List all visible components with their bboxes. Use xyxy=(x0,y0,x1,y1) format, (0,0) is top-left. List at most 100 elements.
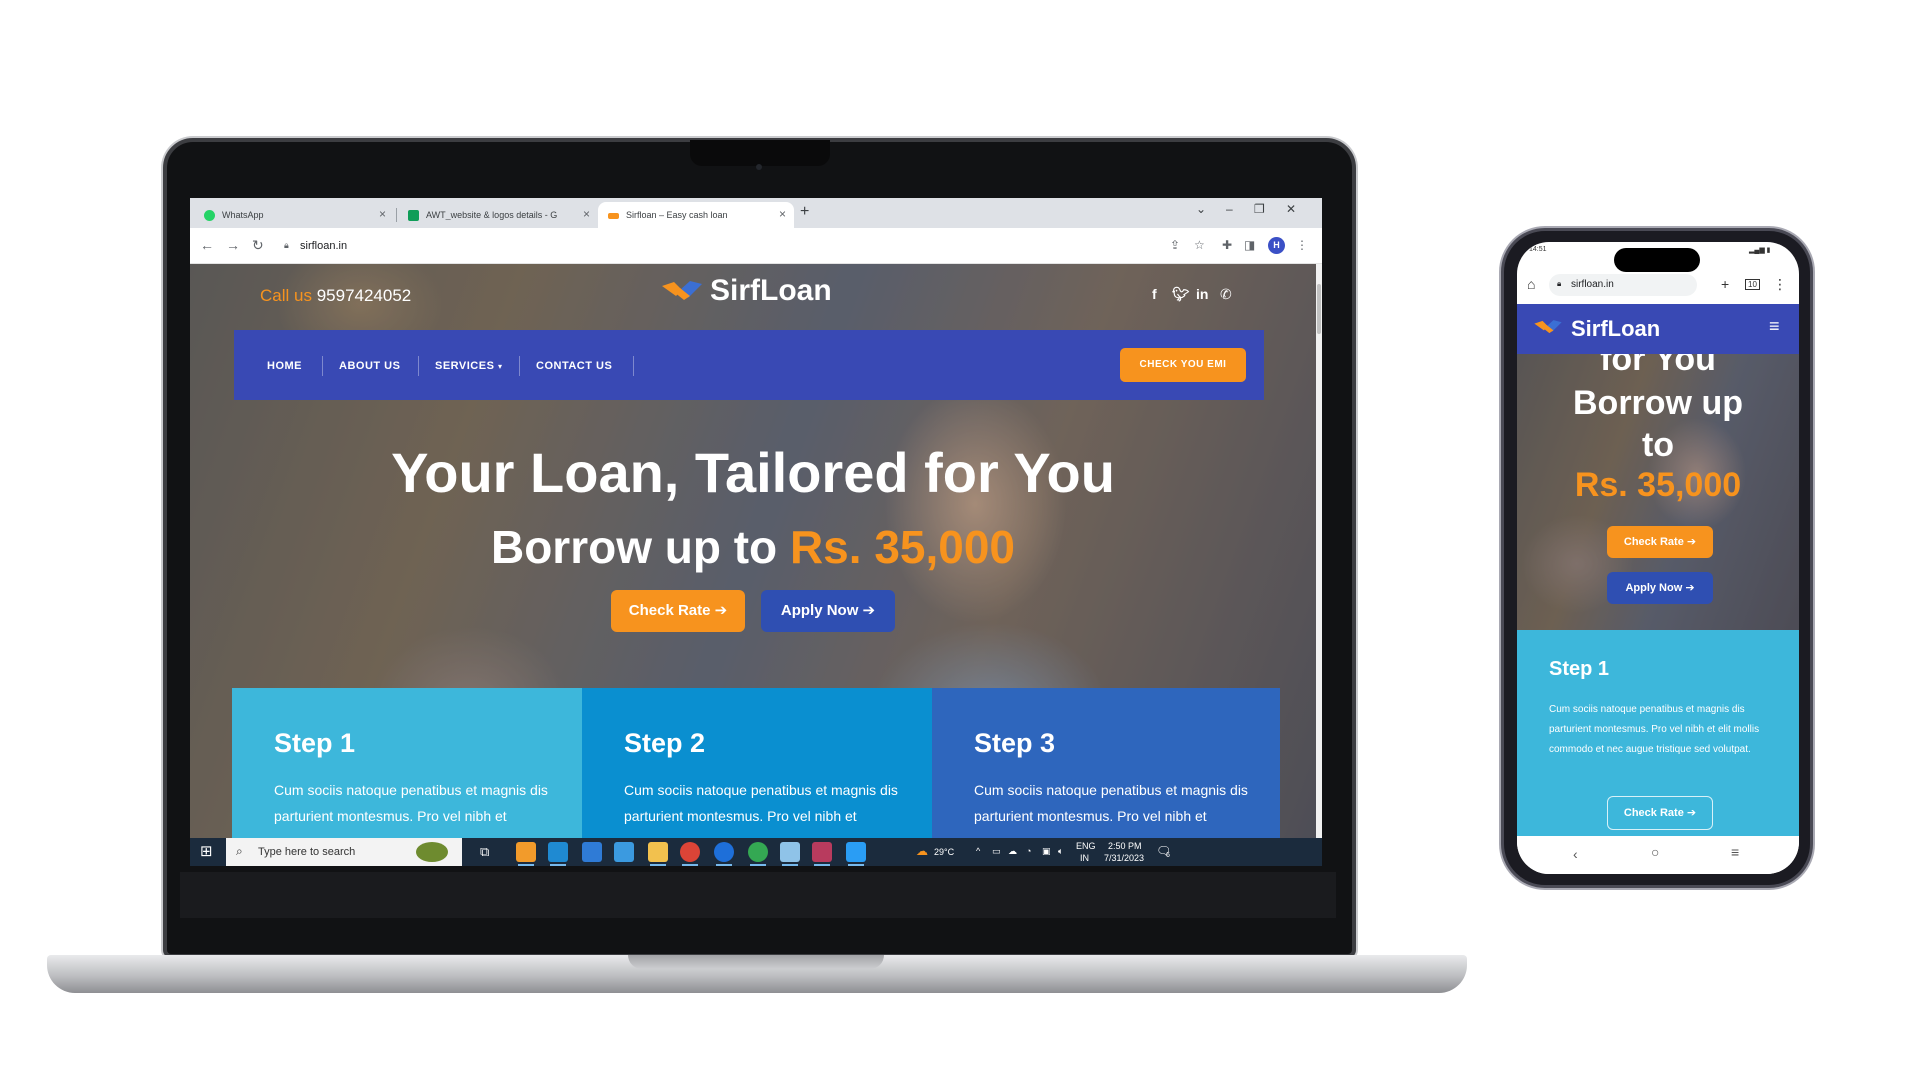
step-card-3: Step 3 Cum sociis natoque penatibus et m… xyxy=(932,688,1280,838)
linkedin-icon[interactable]: in xyxy=(1196,286,1208,302)
sidepanel-icon[interactable]: ◨ xyxy=(1244,238,1255,252)
nav-divider xyxy=(418,356,419,376)
store-icon[interactable] xyxy=(614,842,634,862)
tab-title: Sirfloan – Easy cash loan xyxy=(626,210,728,220)
wifi-icon[interactable]: ◔ xyxy=(1026,846,1031,856)
new-tab-icon[interactable]: + xyxy=(1721,276,1729,292)
nav-about[interactable]: ABOUT US xyxy=(339,360,400,372)
nav-services-label: SERVICES xyxy=(435,360,495,372)
step-card-2: Step 2 Cum sociis natoque penatibus et m… xyxy=(582,688,932,838)
tab-sirfloan[interactable]: Sirfloan – Easy cash loan × xyxy=(598,202,794,228)
edge-icon[interactable] xyxy=(516,842,536,866)
close-icon[interactable]: × xyxy=(779,207,786,221)
laptop-bezel-bottom xyxy=(180,872,1336,918)
vscode-icon[interactable] xyxy=(548,842,568,866)
taskbar-search[interactable]: ⌕ Type here to search xyxy=(226,838,462,866)
close-icon[interactable]: × xyxy=(583,207,590,221)
phone-url-text: sirfloan.in xyxy=(1571,279,1614,290)
menu-kebab-icon[interactable]: ⋮ xyxy=(1296,238,1308,252)
bookmark-star-icon[interactable]: ☆ xyxy=(1194,238,1205,252)
address-bar[interactable]: 🔒︎ sirfloan.in xyxy=(278,235,1148,257)
phone-check-rate-button[interactable]: Check Rate ➔ xyxy=(1607,526,1713,558)
phone-address-bar[interactable]: 🔒︎ sirfloan.in xyxy=(1549,274,1697,296)
speaker-icon[interactable]: 🔈︎ xyxy=(1058,846,1063,857)
step-card-1: Step 1 Cum sociis natoque penatibus et m… xyxy=(232,688,582,838)
phone-status-time: 14:51 xyxy=(1529,246,1547,253)
reload-icon[interactable]: ↻ xyxy=(252,237,264,254)
home-icon[interactable]: ⌂ xyxy=(1527,276,1535,292)
page-scrollbar[interactable] xyxy=(1316,264,1322,838)
tab-count-icon[interactable]: 10 xyxy=(1745,279,1760,290)
mail-icon[interactable] xyxy=(582,842,602,862)
close-icon[interactable]: × xyxy=(379,207,386,221)
tab-sheets[interactable]: AWT_website & logos details - G × xyxy=(398,202,598,228)
phone-apply-now-button[interactable]: Apply Now ➔ xyxy=(1607,572,1713,604)
laptop-hinge xyxy=(628,955,884,969)
phone-step-check-rate-button[interactable]: Check Rate ➔ xyxy=(1607,796,1713,830)
skype-icon[interactable] xyxy=(714,842,734,866)
hamburger-menu-icon[interactable]: ≡ xyxy=(1769,316,1780,337)
step-title: Step 1 xyxy=(274,728,356,758)
back-icon[interactable]: ← xyxy=(200,237,214,253)
weather-icon[interactable]: ☁ xyxy=(916,844,928,858)
region-code[interactable]: IN xyxy=(1080,853,1089,863)
close-window-icon[interactable]: ✕ xyxy=(1286,202,1296,216)
chrome-profile-icon[interactable] xyxy=(748,842,768,866)
language-code[interactable]: ENG xyxy=(1076,841,1096,851)
apply-now-button[interactable]: Apply Now ➔ xyxy=(761,590,895,632)
url-text: sirfloan.in xyxy=(300,240,348,252)
nav-home[interactable]: HOME xyxy=(267,360,302,372)
nav-divider xyxy=(322,356,323,376)
nav-divider xyxy=(519,356,520,376)
profile-avatar[interactable]: H xyxy=(1268,237,1285,254)
scrollbar-thumb[interactable] xyxy=(1317,284,1321,334)
extensions-icon[interactable]: ✚ xyxy=(1222,238,1232,252)
phone-brand-name[interactable]: SirfLoan xyxy=(1571,316,1660,342)
chrome-icon[interactable] xyxy=(680,842,700,866)
facebook-icon[interactable]: f xyxy=(1152,286,1157,302)
nav-contact[interactable]: CONTACT US xyxy=(536,360,612,372)
menu-kebab-icon[interactable]: ⋮ xyxy=(1773,276,1787,293)
forward-icon[interactable]: → xyxy=(226,237,240,253)
phone-hero-line2: to xyxy=(1641,426,1675,464)
step-text: Cum sociis natoque penatibus et magnis d… xyxy=(624,782,898,824)
whatsapp-icon[interactable]: ✆ xyxy=(1220,286,1232,303)
nav-services[interactable]: SERVICES ▾ xyxy=(435,360,503,372)
archive-icon[interactable] xyxy=(812,842,832,866)
arrow-right-icon: ➔ xyxy=(714,602,728,619)
back-icon[interactable]: ‹ xyxy=(1573,846,1578,862)
photos-icon[interactable] xyxy=(846,842,866,866)
windows-taskbar: ⊞ ⌕ Type here to search ⧉ ☁ 29°C ^ ▭ ☁ ◔… xyxy=(190,838,1322,866)
onedrive-icon[interactable]: ☁ xyxy=(1008,846,1017,857)
lock-icon: 🔒︎ xyxy=(1557,279,1562,288)
twitter-icon[interactable]: 🐦︎ xyxy=(1172,286,1190,303)
call-us[interactable]: Call us 9597424052 xyxy=(260,286,411,306)
file-explorer-icon[interactable] xyxy=(648,842,668,866)
tab-title: AWT_website & logos details - G xyxy=(426,210,558,220)
check-rate-button[interactable]: Check Rate ➔ xyxy=(611,590,745,632)
home-circle-icon[interactable]: ○ xyxy=(1651,844,1659,860)
site-logo[interactable]: SirfLoan xyxy=(660,274,832,308)
chevron-up-icon[interactable]: ^ xyxy=(976,846,980,856)
network-icon[interactable]: ▣ xyxy=(1042,846,1051,857)
share-icon[interactable]: ⇪ xyxy=(1170,238,1180,252)
laptop-screen: WhatsApp × AWT_website & logos details -… xyxy=(190,198,1322,866)
tab-search-icon[interactable]: ⌄ xyxy=(1196,202,1206,216)
phone-number: 9597424052 xyxy=(316,286,412,305)
restore-icon[interactable]: ❐ xyxy=(1254,202,1265,216)
check-emi-button[interactable]: CHECK YOU EMI xyxy=(1120,348,1246,382)
windows-start-icon[interactable]: ⊞ xyxy=(200,842,213,860)
temperature[interactable]: 29°C xyxy=(934,847,954,857)
battery-icon[interactable]: ▭ xyxy=(992,846,1001,857)
task-view-icon[interactable]: ⧉ xyxy=(480,844,489,860)
notepad-icon[interactable] xyxy=(780,842,800,866)
clock-date[interactable]: 7/31/2023 xyxy=(1104,853,1144,863)
tab-whatsapp[interactable]: WhatsApp × xyxy=(194,202,394,228)
new-tab-button[interactable]: + xyxy=(800,203,809,221)
check-rate-label: Check Rate xyxy=(628,602,711,619)
recents-icon[interactable]: ≡ xyxy=(1731,844,1739,860)
clock-time[interactable]: 2:50 PM xyxy=(1108,841,1142,851)
hero-headline: Your Loan, Tailored for You xyxy=(391,441,1115,504)
handshake-logo-icon xyxy=(1534,320,1562,334)
minimize-icon[interactable]: – xyxy=(1226,202,1233,216)
